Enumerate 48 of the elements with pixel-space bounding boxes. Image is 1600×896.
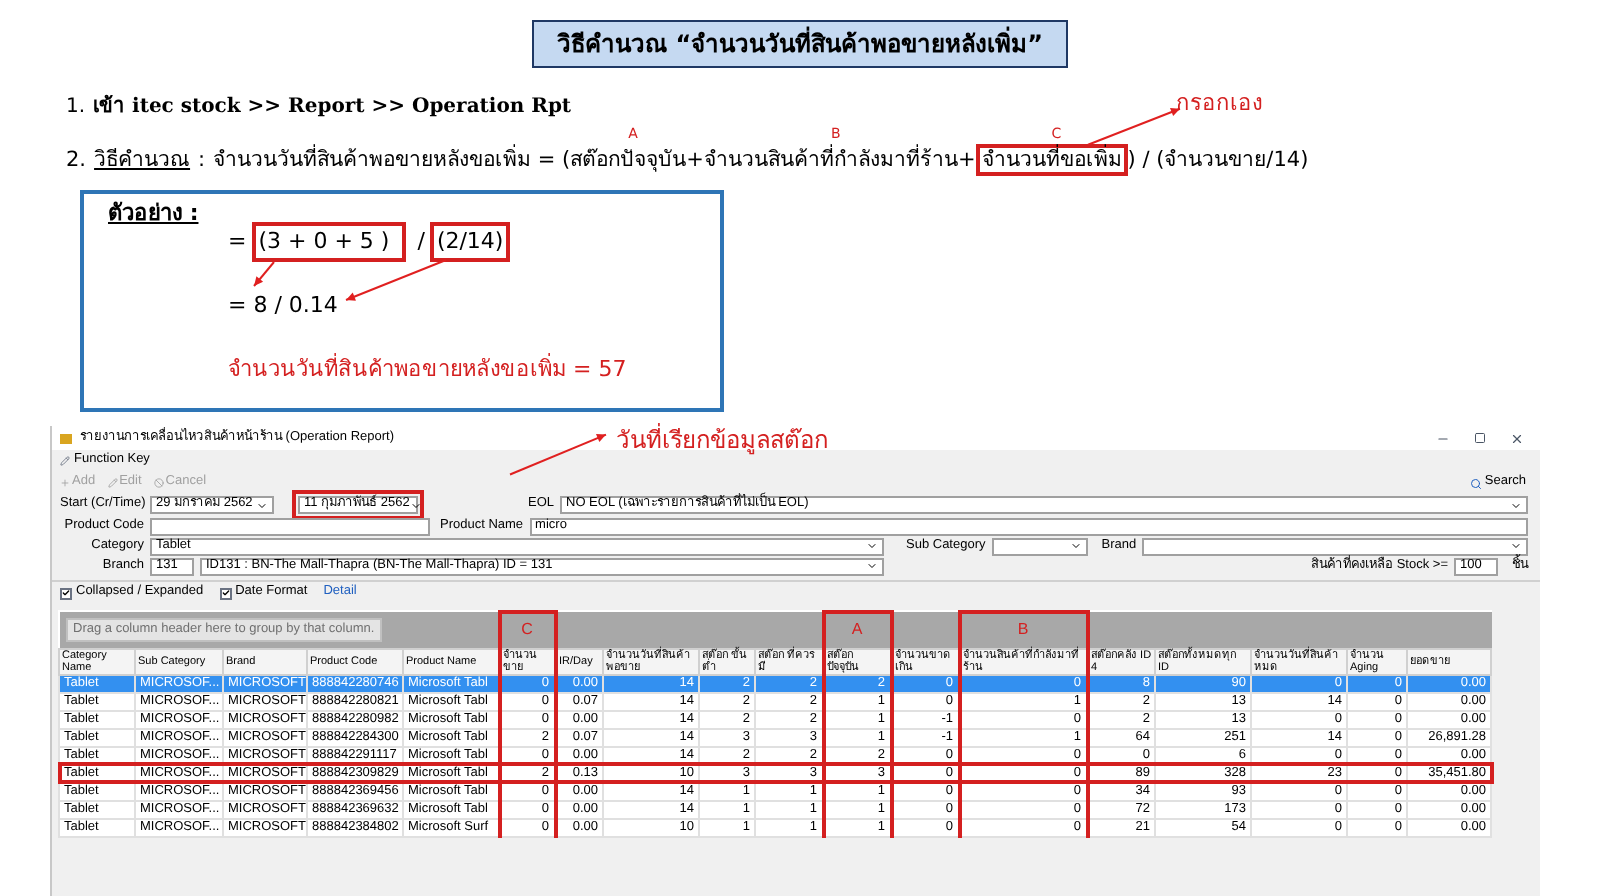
checkbox[interactable]: [60, 587, 72, 599]
formula-text: = 8 / 0.14: [228, 289, 338, 322]
equals-sign: =: [228, 225, 247, 258]
arrow: [252, 259, 276, 288]
sub-category-dropdown[interactable]: [991, 537, 1088, 555]
brand-dropdown[interactable]: [1142, 537, 1528, 555]
step-label: วิธีคำนวณ: [94, 146, 191, 176]
step-number: 1.: [66, 94, 86, 122]
dropdown-icon: [256, 499, 268, 511]
result-text: จำนวนวันที่สินค้าพอขายหลังขอเพิ่ม = 57: [228, 353, 627, 386]
formula-text: (2/14): [430, 221, 510, 263]
divide-sign: /: [417, 225, 425, 258]
arrow: [1085, 106, 1182, 147]
formula-text: ) / (จำนวนขาย/14): [1127, 148, 1309, 172]
marker-label: B: [1017, 620, 1029, 638]
close-icon[interactable]: [1510, 431, 1524, 445]
example-label: ตัวอย่าง :: [108, 197, 199, 230]
title-banner: วิธีคำนวณ “จำนวนวันที่สินค้าพอขายหลังเพิ่ม”: [531, 20, 1069, 68]
marker-label: A: [851, 620, 863, 638]
maximize-icon[interactable]: [1474, 432, 1486, 444]
step-text: เข้า itec stock >> Report >> Operation Rpt: [93, 92, 572, 122]
marker-label: C: [521, 620, 533, 638]
formula-text: จำนวนสินค้าที่กำลังมาที่ร้าน: [703, 148, 958, 172]
arrow: [344, 257, 448, 303]
formula-text: +: [686, 148, 704, 172]
step-number: 2.: [66, 146, 87, 176]
search-icon: [1470, 477, 1483, 489]
dropdown-icon: [1069, 540, 1082, 552]
checkbox[interactable]: [219, 587, 232, 599]
callout-label: วันที่เรียกข้อมูลสต๊อก: [616, 428, 828, 452]
colon: :: [198, 146, 206, 176]
formula-text: (3 + 0 + 5 ): [252, 221, 406, 263]
toolbar-icon: [60, 478, 70, 488]
formula-text: +: [957, 148, 976, 172]
formula-text: สต๊อกปัจจุบัน: [570, 148, 687, 172]
header-band-cell: [1407, 612, 1492, 648]
pen-icon: [60, 456, 70, 466]
dropdown-icon: [409, 499, 422, 511]
formula-text: จำนวนวันที่สินค้าพอขายหลังขอเพิ่ม = (: [213, 148, 571, 172]
toolbar-icon: [153, 478, 164, 488]
arrow: [508, 432, 608, 477]
formula-text: จำนวนที่ขอเพิ่ม: [975, 144, 1128, 176]
app-icon: [60, 433, 72, 443]
callout-label: กรอกเอง: [1175, 88, 1262, 120]
toolbar-icon: [107, 478, 118, 488]
dropdown-icon: [1510, 540, 1522, 552]
input-field[interactable]: [150, 517, 430, 535]
dropdown-icon: [1510, 499, 1522, 511]
